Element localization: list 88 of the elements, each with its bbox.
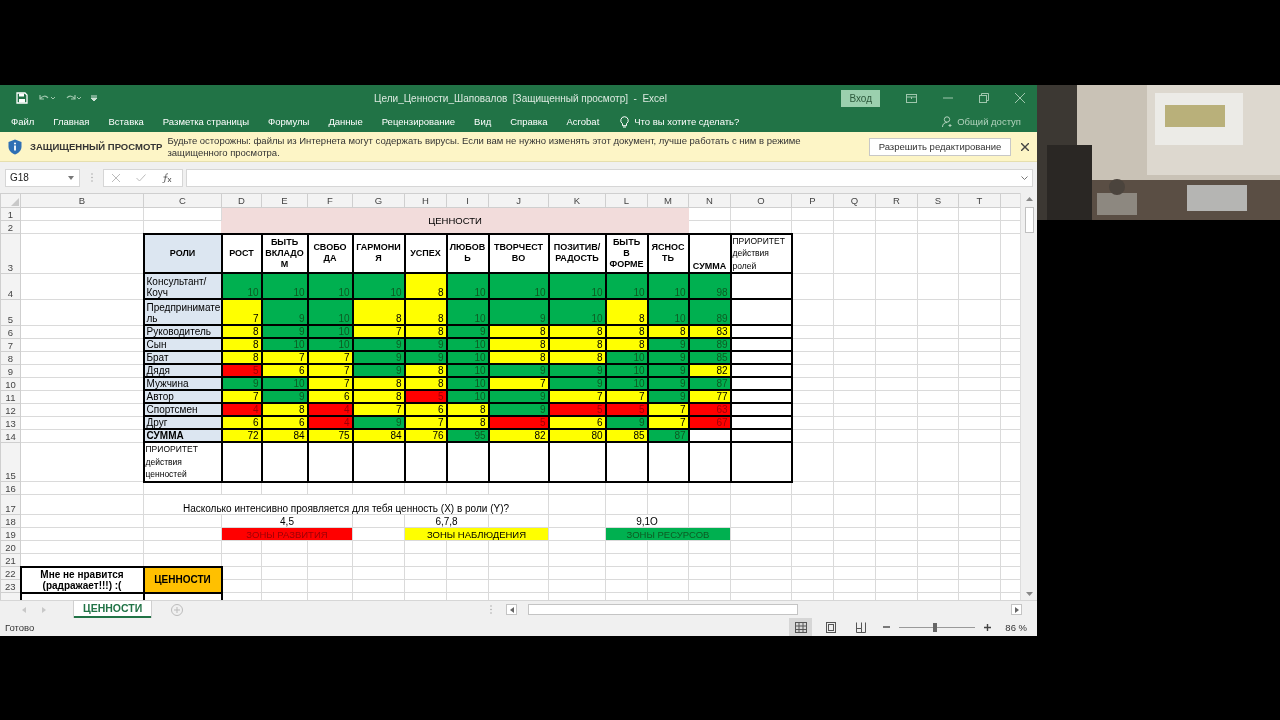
redo-icon[interactable]	[64, 93, 82, 103]
column-header[interactable]: O	[730, 193, 792, 208]
header-band: ЦЕННОСТИ	[221, 207, 689, 234]
row-header[interactable]: 4	[0, 273, 21, 299]
range-label: 6,7,8	[404, 514, 489, 528]
tell-me-label: Что вы хотите сделать?	[634, 116, 740, 127]
ribbon-display-icon[interactable]	[906, 93, 917, 103]
scroll-left-button[interactable]	[506, 604, 517, 615]
ribbon-tab[interactable]: Данные	[328, 116, 363, 127]
column-header[interactable]: P	[791, 193, 834, 208]
values-header: ЦЕННОСТИ	[143, 566, 222, 593]
right-arrow-icon	[1014, 606, 1019, 613]
lightbulb-icon	[620, 115, 630, 128]
role-cell: Предприниматель	[143, 299, 222, 325]
function-icon[interactable]	[162, 172, 173, 183]
priority-label: ПРИОРИТЕТ действия ценностей	[143, 442, 222, 482]
scroll-right-button[interactable]	[1011, 604, 1022, 615]
column-header[interactable]: B	[20, 193, 144, 208]
column-header[interactable]: E	[261, 193, 308, 208]
status-text: Готово	[5, 621, 35, 633]
column-header[interactable]: R	[875, 193, 918, 208]
column-header[interactable]: C	[143, 193, 222, 208]
column-header[interactable]: N	[688, 193, 731, 208]
roles-header: РОЛИ	[143, 233, 222, 273]
restore-icon[interactable]	[979, 93, 989, 103]
column-header[interactable]: H	[404, 193, 447, 208]
slider-thumb[interactable]	[933, 622, 938, 632]
shield-icon	[8, 138, 22, 155]
cell-reference: G18	[10, 172, 29, 183]
left-arrow-icon	[509, 606, 514, 613]
enter-icon[interactable]	[136, 173, 146, 182]
range-label: 4,5	[221, 514, 353, 528]
column-header[interactable]: Q	[833, 193, 876, 208]
row-header[interactable]: 17	[0, 494, 21, 515]
protected-view-message: Будьте осторожны: файлы из Интернета могут содержать вирусы. Если вам не нужно изменять этот документ, лучше работать с ним в режиме защищенного просмотра.	[167, 134, 802, 159]
ribbon-tab[interactable]: Разметка страницы	[162, 116, 250, 127]
dislike-header: Мне не нравится (радражает!!!) :(	[20, 566, 144, 593]
column-header[interactable]: G	[352, 193, 405, 208]
ribbon-tab[interactable]: Формулы	[268, 116, 310, 127]
ribbon-tab[interactable]: Файл	[11, 116, 35, 127]
row-header[interactable]: 15	[0, 442, 21, 482]
zoom-level[interactable]: 86 %	[1005, 621, 1027, 633]
column-header[interactable]: T	[958, 193, 1001, 208]
tell-me-search[interactable]: Что вы хотите сделать?	[620, 115, 740, 128]
normal-view-button[interactable]	[789, 618, 813, 636]
priority-header: ПРИОРИТЕТ действия ролей	[730, 233, 792, 273]
column-header[interactable]: M	[647, 193, 689, 208]
row-header[interactable]: 5	[0, 299, 21, 325]
protected-view-title: ЗАЩИЩЕННЫЙ ПРОСМОТР	[30, 141, 163, 152]
window-title: Цели_Ценности_Шаповалов [Защищенный просмотр] - Excel	[374, 92, 667, 104]
scroll-down-icon[interactable]	[1025, 592, 1033, 596]
column-header[interactable]: K	[548, 193, 606, 208]
name-box[interactable]: G18	[5, 168, 80, 187]
ribbon-tab[interactable]: Вид	[474, 116, 492, 127]
formula-input[interactable]	[186, 168, 1033, 187]
ribbon-tab[interactable]: Рецензирование	[381, 116, 456, 127]
expand-icon[interactable]	[1021, 175, 1028, 180]
scrollbar-thumb[interactable]	[528, 604, 798, 615]
add-sheet-icon[interactable]	[171, 603, 184, 616]
scrollbar-thumb[interactable]	[1024, 207, 1034, 233]
column-header[interactable]: D	[221, 193, 262, 208]
column-header[interactable]: I	[446, 193, 489, 208]
ribbon-tab[interactable]: Главная	[53, 116, 90, 127]
save-icon[interactable]	[16, 92, 28, 104]
person-icon	[942, 116, 954, 127]
row-header[interactable]: 3	[0, 233, 21, 273]
range-label: 9,1О	[605, 514, 689, 528]
page-break-icon	[854, 621, 867, 633]
customize-icon[interactable]	[91, 94, 97, 102]
enable-editing-button[interactable]: Разрешить редактирование	[869, 137, 1011, 156]
scroll-up-icon[interactable]	[1025, 197, 1033, 201]
column-header[interactable]: L	[605, 193, 648, 208]
cancel-icon[interactable]	[112, 173, 120, 182]
ribbon-tab[interactable]: Справка	[510, 116, 548, 127]
column-header[interactable]: S	[917, 193, 959, 208]
normal-view-icon	[794, 621, 807, 633]
zoom-in-icon[interactable]	[984, 623, 992, 631]
question-text: Насколько интенсивно проявляется для тебя ценность (X) в роли (Y)?	[143, 494, 549, 515]
undo-icon[interactable]	[37, 93, 55, 103]
ribbon-tab[interactable]: Acrobat	[566, 116, 600, 127]
sign-in-button[interactable]: Вход	[841, 89, 880, 107]
column-header[interactable]: F	[307, 193, 353, 208]
sheet-tab[interactable]: ЦЕННОСТИ	[74, 600, 152, 618]
dropdown-icon	[68, 175, 74, 180]
column-header[interactable]: J	[488, 193, 549, 208]
page-layout-icon	[824, 621, 837, 633]
ribbon-tab[interactable]: Вставка	[108, 116, 144, 127]
close-icon[interactable]	[1021, 142, 1029, 151]
